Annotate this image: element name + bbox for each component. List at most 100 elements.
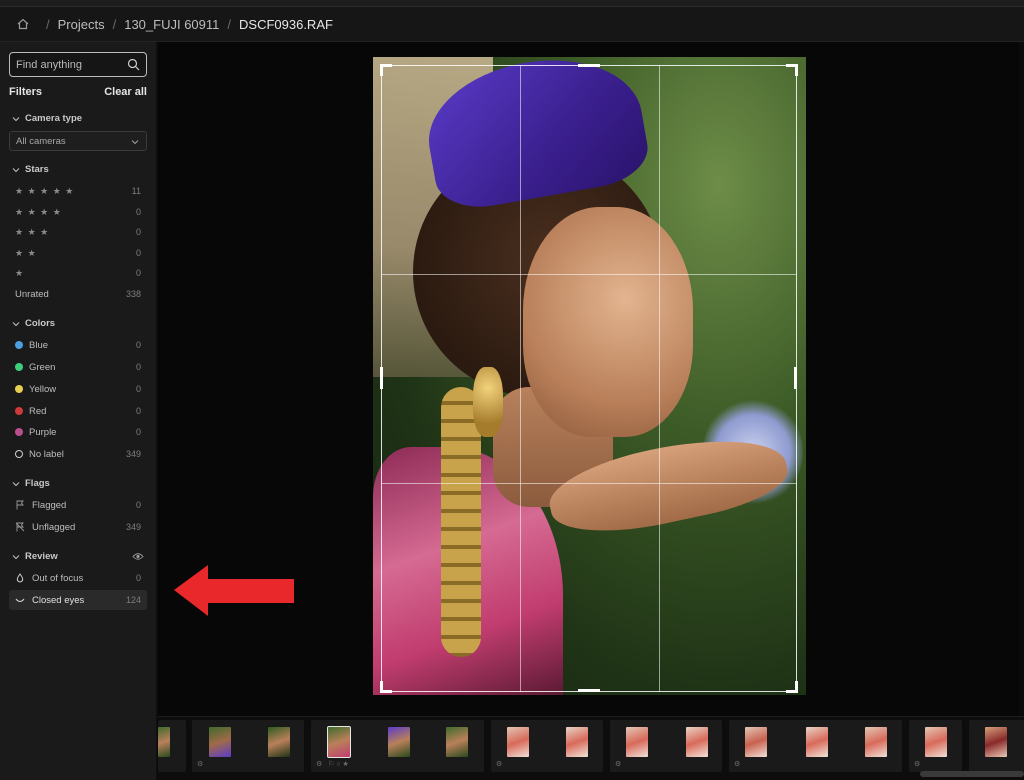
color-label: Blue — [29, 339, 49, 351]
color-dot-icon — [15, 428, 23, 436]
crop-handle-top-left[interactable] — [380, 64, 392, 76]
color-dot-icon — [15, 385, 23, 393]
thumbnail-group[interactable] — [969, 720, 1024, 772]
red-arrow-annotation — [174, 565, 294, 616]
thumbnail[interactable] — [686, 727, 708, 757]
stars-filter-unrated[interactable]: Unrated 338 — [9, 284, 147, 304]
section-label: Stars — [25, 164, 49, 175]
search-icon[interactable] — [127, 58, 140, 71]
thumbnail[interactable] — [268, 727, 290, 757]
crop-handle-bottom-right[interactable] — [786, 681, 798, 693]
section-stars[interactable]: Stars — [12, 164, 49, 175]
flag-count: 0 — [135, 500, 141, 510]
section-colors[interactable]: Colors — [12, 318, 55, 329]
thumbnail[interactable] — [209, 727, 231, 757]
filmstrip[interactable]: ⚙ ⚙ ⚐ ○ ★ ⚙ ⚙ ⚙ ⚙ — [158, 716, 1024, 780]
thumbnail[interactable] — [985, 727, 1007, 757]
stack-icon: ⚙ — [914, 761, 921, 768]
stack-icon: ⚙ — [496, 761, 503, 768]
stars-count: 11 — [131, 186, 141, 196]
color-filter-blue[interactable]: Blue 0 — [9, 335, 147, 355]
thumbnail-group[interactable]: ⚙ — [909, 720, 962, 772]
stack-icon: ⚙ ⚐ ○ ★ — [316, 761, 349, 768]
flag-filter-unflagged[interactable]: Unflagged 349 — [9, 517, 147, 537]
thumbnail[interactable] — [865, 727, 887, 757]
stars-count: 0 — [135, 227, 141, 237]
thumbnail[interactable] — [925, 727, 947, 757]
review-filter-out-of-focus[interactable]: Out of focus 0 — [9, 568, 147, 588]
stars-count: 0 — [135, 268, 141, 278]
color-filter-green[interactable]: Green 0 — [9, 357, 147, 377]
thumbnail[interactable] — [388, 727, 410, 757]
section-flags[interactable]: Flags — [12, 478, 50, 489]
crop-handle-right[interactable] — [794, 367, 797, 389]
breadcrumb-folder[interactable]: 130_FUJI 60911 — [124, 17, 219, 32]
stars-filter-5[interactable]: ★ ★ ★ ★ ★ 11 — [9, 181, 147, 201]
color-count: 349 — [125, 449, 141, 459]
thumbnail[interactable] — [626, 727, 648, 757]
thumbnail[interactable] — [446, 727, 468, 757]
stars-filter-4[interactable]: ★ ★ ★ ★ 0 — [9, 202, 147, 222]
flag-filter-flagged[interactable]: Flagged 0 — [9, 495, 147, 515]
drop-icon — [16, 573, 24, 583]
flag-label: Unflagged — [32, 521, 76, 533]
thumbnail-group[interactable]: ⚙ — [491, 720, 603, 772]
thumbnail[interactable] — [158, 727, 170, 757]
thumbnail-group[interactable]: ⚙ — [729, 720, 902, 772]
closed-eye-icon — [15, 598, 25, 603]
color-filter-yellow[interactable]: Yellow 0 — [9, 379, 147, 399]
stars-filter-1[interactable]: ★ 0 — [9, 263, 147, 283]
section-camera-type[interactable]: Camera type — [12, 113, 82, 124]
crop-handle-bottom[interactable] — [578, 689, 600, 692]
breadcrumb-separator: / — [112, 16, 117, 32]
eye-icon[interactable] — [132, 552, 144, 561]
crop-handle-top[interactable] — [578, 64, 600, 67]
stars-rating: ★ ★ ★ — [15, 226, 50, 237]
stars-count: 0 — [135, 248, 141, 258]
review-count: 124 — [125, 595, 141, 605]
thumbnail-group[interactable]: ⚙ — [610, 720, 722, 772]
review-label: Out of focus — [32, 572, 84, 584]
breadcrumb-separator: / — [46, 16, 50, 32]
clear-all-button[interactable]: Clear all — [104, 86, 147, 98]
color-count: 0 — [135, 406, 141, 416]
stack-icon: ⚙ — [734, 761, 741, 768]
stars-filter-2[interactable]: ★ ★ 0 — [9, 243, 147, 263]
section-label: Camera type — [25, 113, 83, 124]
section-label: Colors — [25, 318, 56, 329]
color-filter-purple[interactable]: Purple 0 — [9, 422, 147, 442]
stars-count: 338 — [125, 289, 141, 299]
chevron-down-icon — [12, 481, 20, 486]
breadcrumb-projects[interactable]: Projects — [58, 17, 105, 32]
thumbnail-group[interactable] — [158, 720, 186, 772]
thumbnail[interactable] — [566, 727, 588, 757]
thumbnail[interactable] — [507, 727, 529, 757]
chevron-down-icon — [12, 321, 20, 326]
stars-filter-3[interactable]: ★ ★ ★ 0 — [9, 222, 147, 242]
color-filter-no-label[interactable]: No label 349 — [9, 444, 147, 464]
thumbnail[interactable] — [745, 727, 767, 757]
stars-count: 0 — [135, 207, 141, 217]
review-count: 0 — [135, 573, 141, 583]
review-filter-closed-eyes[interactable]: Closed eyes 124 — [9, 590, 147, 610]
stars-rating: ★ ★ ★ ★ — [15, 206, 62, 217]
home-icon[interactable] — [16, 17, 30, 31]
crop-handle-left[interactable] — [380, 367, 383, 389]
color-filter-red[interactable]: Red 0 — [9, 401, 147, 421]
section-label: Review — [25, 551, 58, 562]
thumbnail-group[interactable]: ⚙ ⚐ ○ ★ — [311, 720, 484, 772]
search-box[interactable] — [9, 52, 147, 77]
crop-handle-bottom-left[interactable] — [380, 681, 392, 693]
camera-type-select[interactable]: All cameras — [9, 131, 147, 151]
search-input[interactable] — [16, 58, 124, 71]
crop-frame[interactable] — [381, 65, 797, 692]
section-review[interactable]: Review — [12, 551, 58, 562]
thumbnail-selected[interactable] — [327, 726, 351, 758]
filmstrip-scrollbar[interactable] — [920, 771, 1024, 777]
color-count: 0 — [135, 362, 141, 372]
color-label: No label — [29, 448, 64, 460]
thumbnail[interactable] — [806, 727, 828, 757]
color-count: 0 — [135, 340, 141, 350]
crop-handle-top-right[interactable] — [786, 64, 798, 76]
thumbnail-group[interactable]: ⚙ — [192, 720, 304, 772]
